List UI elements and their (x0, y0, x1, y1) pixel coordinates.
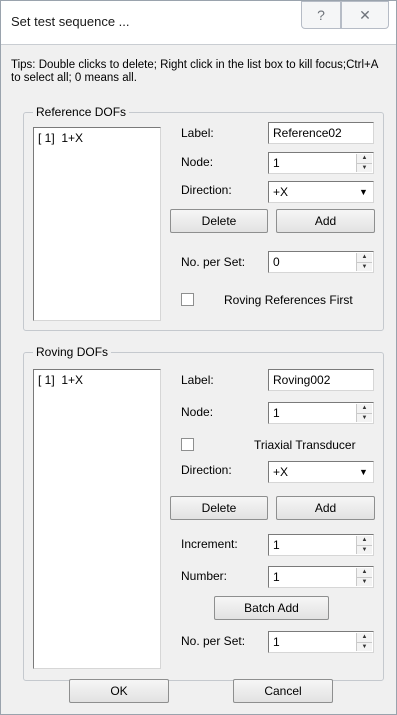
triaxial-transducer-label: Triaxial Transducer (254, 438, 356, 452)
dialog-window: Set test sequence ... ? ✕ Tips: Double c… (0, 0, 397, 715)
ok-label: OK (110, 684, 128, 698)
roving-per-set-spinner[interactable]: 1 ▲ ▼ (268, 631, 374, 653)
reference-dof-list[interactable]: [ 1] 1+X (33, 127, 161, 321)
reference-dofs-group: Reference DOFs [ 1] 1+X Label: Reference… (23, 105, 384, 331)
reference-direction-caption: Direction: (181, 183, 232, 197)
roving-node-caption: Node: (181, 405, 214, 419)
list-item[interactable]: [ 1] 1+X (38, 373, 83, 387)
title-bar: Set test sequence ... ? ✕ (1, 1, 396, 45)
window-title: Set test sequence ... (11, 14, 130, 29)
ok-button[interactable]: OK (69, 679, 169, 703)
roving-number-caption: Number: (181, 569, 228, 583)
roving-direction-value: +X (273, 465, 289, 479)
roving-increment-value: 1 (273, 538, 280, 552)
roving-references-first-label: Roving References First (224, 293, 353, 307)
roving-add-button[interactable]: Add (276, 496, 375, 520)
roving-dofs-group: Roving DOFs [ 1] 1+X Label: Roving002 No… (23, 345, 384, 681)
roving-per-set-caption: No. per Set: (181, 634, 246, 648)
chevron-down-icon[interactable]: ▼ (355, 463, 372, 481)
spin-arrows[interactable]: ▲ ▼ (356, 633, 372, 651)
roving-label-value: Roving002 (273, 373, 331, 387)
spin-arrows[interactable]: ▲ ▼ (356, 568, 372, 586)
reference-node-value: 1 (273, 156, 280, 170)
help-button[interactable]: ? (301, 1, 341, 29)
reference-label-input[interactable]: Reference02 (268, 122, 374, 144)
close-icon: ✕ (359, 6, 371, 23)
tips-text: Tips: Double clicks to delete; Right cli… (11, 59, 378, 84)
reference-per-set-value: 0 (273, 255, 280, 269)
roving-direction-select[interactable]: +X ▼ (268, 461, 374, 483)
spin-arrows[interactable]: ▲ ▼ (356, 536, 372, 554)
spin-down-icon[interactable]: ▼ (357, 261, 372, 271)
roving-node-value: 1 (273, 406, 280, 420)
reference-per-set-caption: No. per Set: (181, 255, 246, 269)
triaxial-transducer-checkbox[interactable] (181, 438, 194, 451)
reference-direction-select[interactable]: +X ▼ (268, 181, 374, 203)
spin-down-icon[interactable]: ▼ (357, 576, 372, 586)
reference-per-set-spinner[interactable]: 0 ▲ ▼ (268, 251, 374, 273)
roving-per-set-value: 1 (273, 635, 280, 649)
roving-direction-caption: Direction: (181, 463, 232, 477)
spin-arrows[interactable]: ▲ ▼ (356, 404, 372, 422)
reference-direction-value: +X (273, 185, 289, 199)
batch-add-label: Batch Add (244, 601, 299, 615)
chevron-down-icon[interactable]: ▼ (355, 183, 372, 201)
roving-dof-list[interactable]: [ 1] 1+X (33, 369, 161, 669)
roving-dofs-title: Roving DOFs (33, 345, 112, 359)
close-button[interactable]: ✕ (341, 1, 389, 29)
reference-add-label: Add (314, 214, 337, 228)
spin-up-icon[interactable]: ▲ (357, 154, 372, 163)
cancel-label: Cancel (264, 684, 302, 698)
help-icon: ? (317, 7, 325, 23)
reference-delete-button[interactable]: Delete (170, 209, 268, 233)
roving-delete-label: Delete (201, 501, 237, 515)
spin-arrows[interactable]: ▲ ▼ (356, 154, 372, 172)
spin-down-icon[interactable]: ▼ (357, 162, 372, 172)
roving-increment-caption: Increment: (181, 537, 238, 551)
spin-up-icon[interactable]: ▲ (357, 633, 372, 642)
spin-arrows[interactable]: ▲ ▼ (356, 253, 372, 271)
spin-down-icon[interactable]: ▼ (357, 412, 372, 422)
reference-dofs-title: Reference DOFs (33, 105, 130, 119)
roving-increment-spinner[interactable]: 1 ▲ ▼ (268, 534, 374, 556)
reference-node-spinner[interactable]: 1 ▲ ▼ (268, 152, 374, 174)
reference-delete-label: Delete (201, 214, 237, 228)
roving-label-caption: Label: (181, 373, 214, 387)
roving-label-input[interactable]: Roving002 (268, 369, 374, 391)
roving-add-label: Add (314, 501, 337, 515)
roving-references-first-checkbox[interactable] (181, 293, 194, 306)
spin-up-icon[interactable]: ▲ (357, 253, 372, 262)
spin-up-icon[interactable]: ▲ (357, 568, 372, 577)
reference-node-caption: Node: (181, 155, 214, 169)
reference-label-caption: Label: (181, 126, 214, 140)
roving-node-spinner[interactable]: 1 ▲ ▼ (268, 402, 374, 424)
reference-add-button[interactable]: Add (276, 209, 375, 233)
spin-down-icon[interactable]: ▼ (357, 641, 372, 651)
roving-number-spinner[interactable]: 1 ▲ ▼ (268, 566, 374, 588)
spin-up-icon[interactable]: ▲ (357, 536, 372, 545)
spin-down-icon[interactable]: ▼ (357, 544, 372, 554)
list-item[interactable]: [ 1] 1+X (38, 131, 83, 145)
reference-label-value: Reference02 (273, 126, 342, 140)
cancel-button[interactable]: Cancel (233, 679, 333, 703)
batch-add-button[interactable]: Batch Add (214, 596, 329, 620)
spin-up-icon[interactable]: ▲ (357, 404, 372, 413)
roving-delete-button[interactable]: Delete (170, 496, 268, 520)
roving-number-value: 1 (273, 570, 280, 584)
